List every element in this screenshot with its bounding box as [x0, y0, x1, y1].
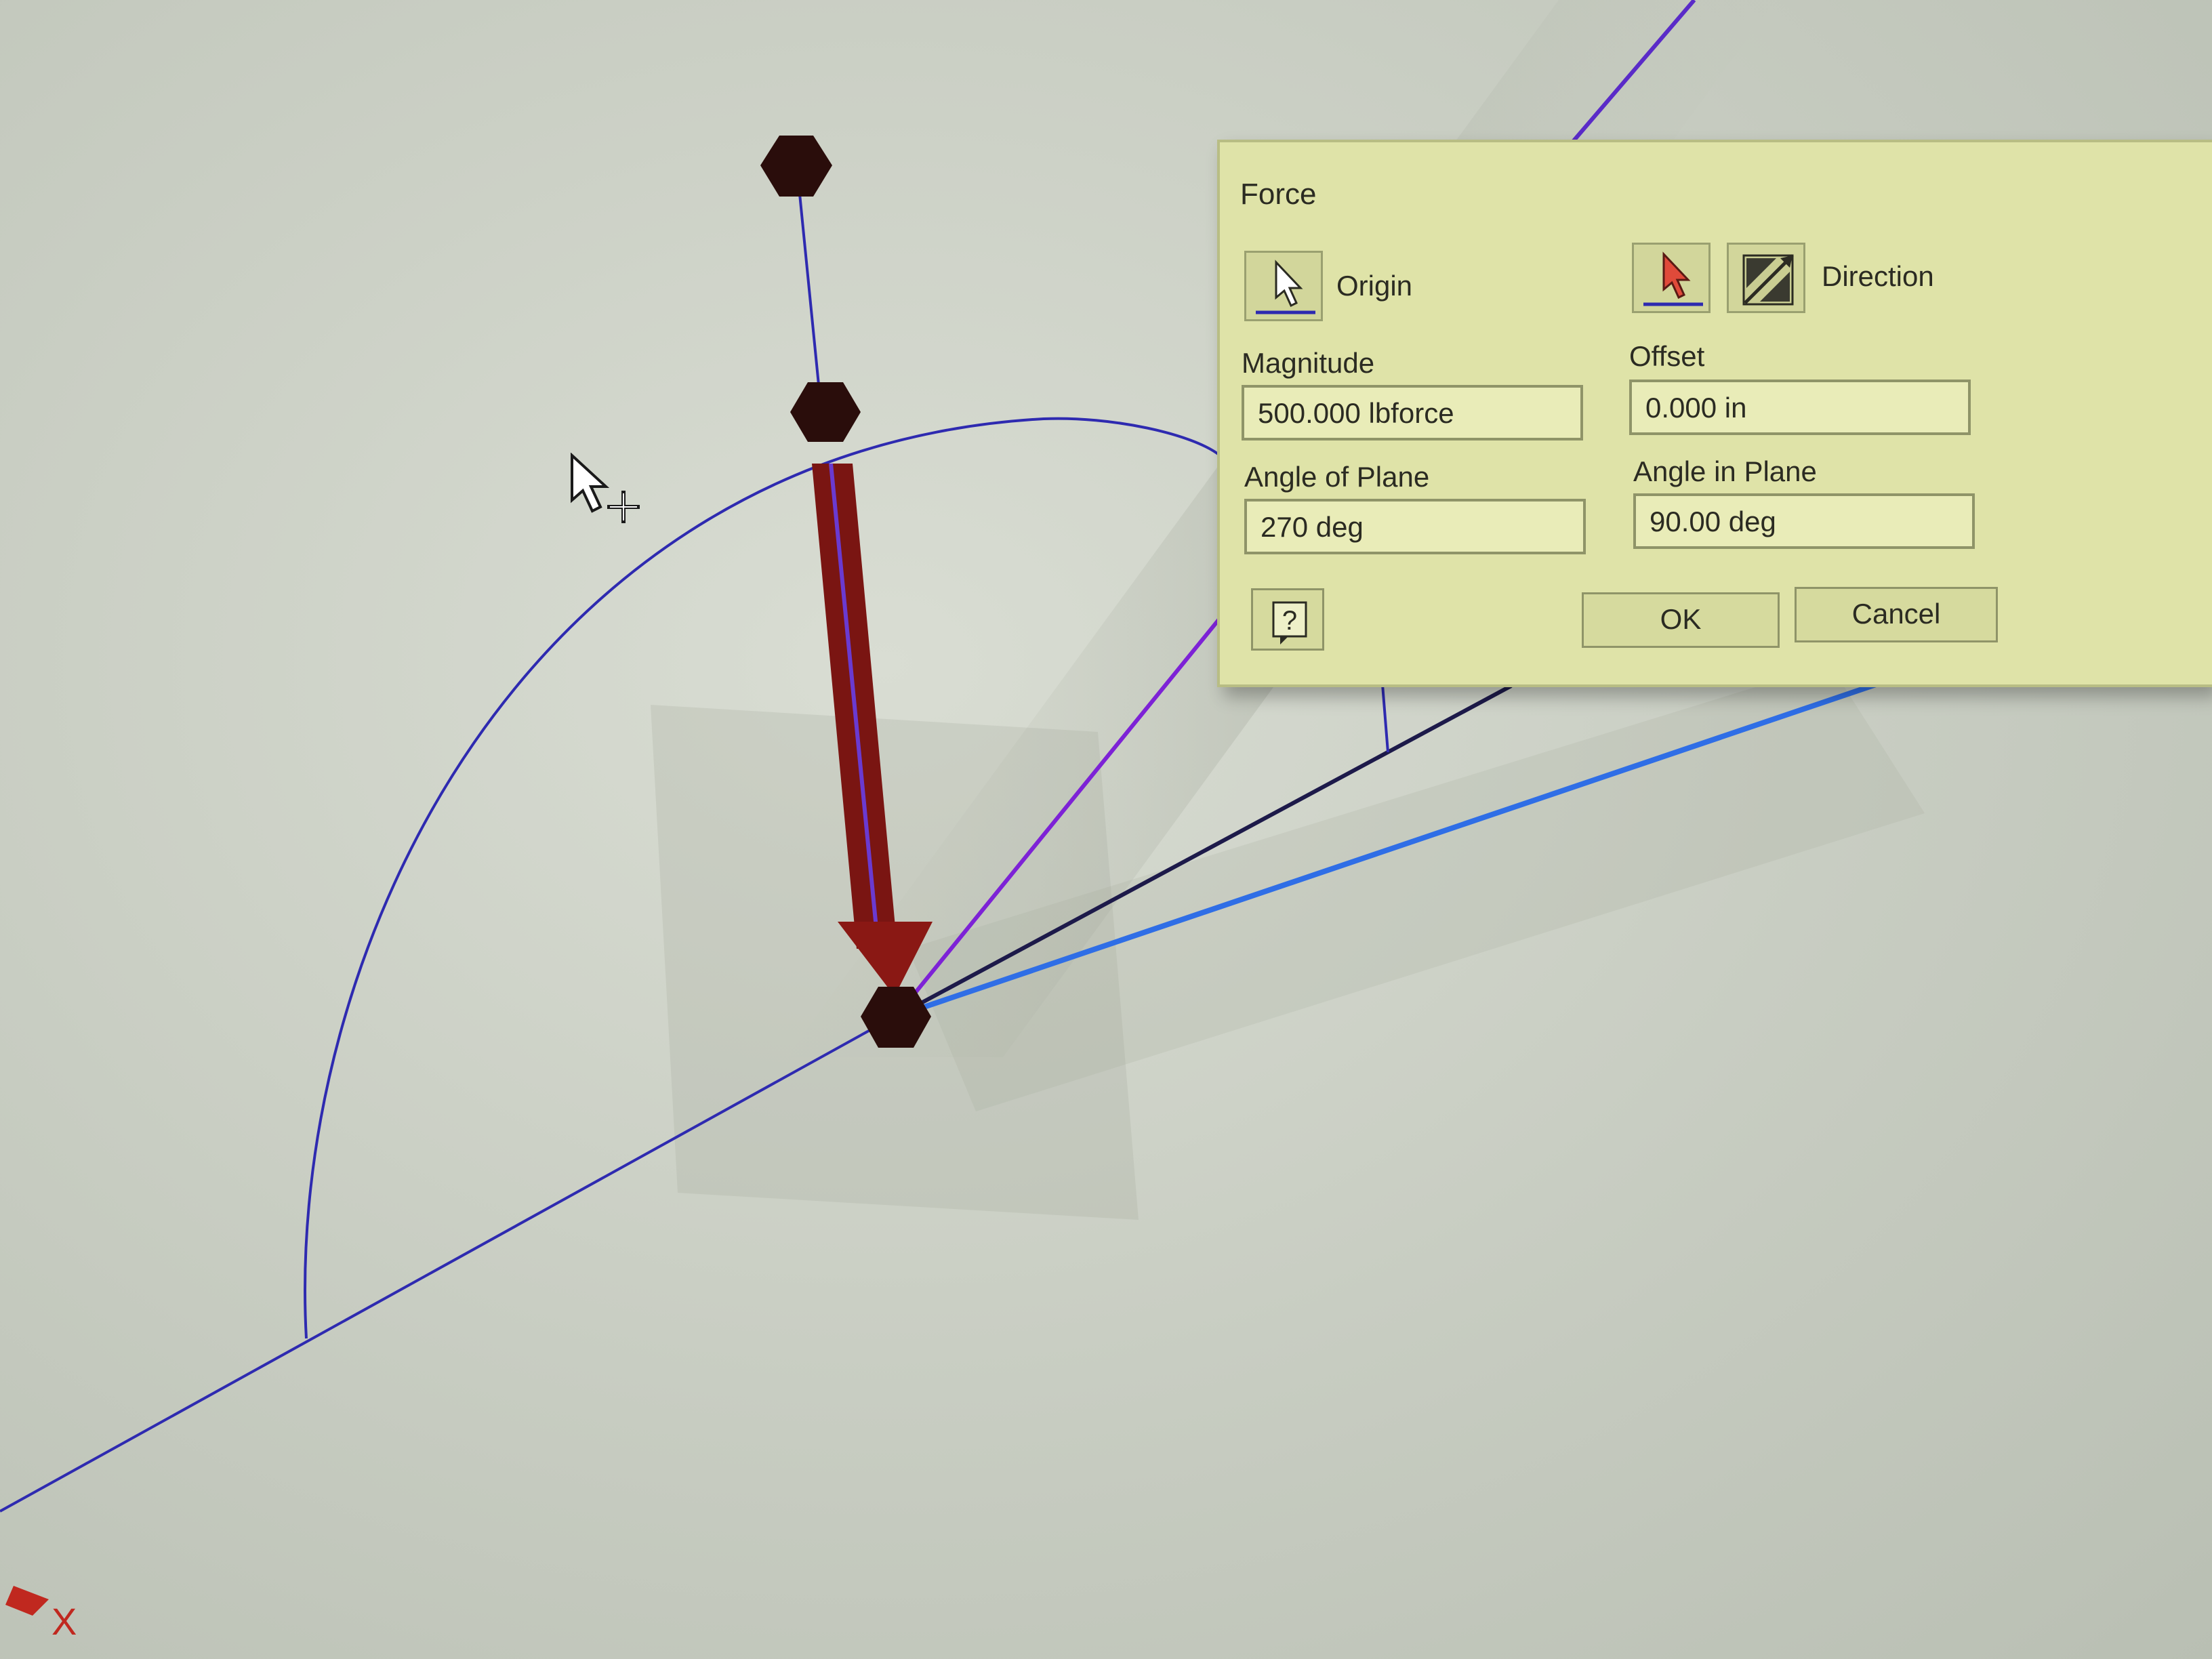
offset-input[interactable]: 0.000 in	[1629, 380, 1971, 435]
flip-direction-icon	[1742, 254, 1794, 306]
origin-select-button[interactable]	[1244, 251, 1323, 321]
help-icon: ?	[1272, 601, 1307, 644]
mid-node[interactable]	[790, 382, 861, 442]
help-glyph: ?	[1282, 606, 1297, 636]
x-axis-label: X	[52, 1600, 77, 1643]
magnitude-label: Magnitude	[1242, 347, 1375, 379]
cad-viewport[interactable]: X Force Origin Direction Magnitude 500.0…	[0, 0, 2212, 1659]
reference-line	[796, 166, 823, 413]
dialog-title: Force	[1240, 178, 1317, 211]
short-dark-line	[1381, 684, 1389, 753]
direction-select-button[interactable]	[1632, 243, 1711, 313]
flip-direction-button[interactable]	[1727, 243, 1805, 313]
top-node[interactable]	[760, 136, 832, 197]
angle-of-plane-label: Angle of Plane	[1244, 461, 1430, 493]
move-cursor-icon	[571, 453, 640, 523]
force-dialog[interactable]: Force Origin Direction Magnitude 500.000…	[1217, 140, 2212, 687]
cursor-select-icon	[1256, 260, 1315, 314]
x-axis-arrow-icon	[5, 1586, 49, 1616]
offset-label: Offset	[1629, 340, 1705, 372]
cancel-button[interactable]: Cancel	[1795, 587, 1998, 642]
angle-in-plane-input[interactable]: 90.00 deg	[1633, 493, 1975, 549]
origin-label: Origin	[1336, 270, 1413, 302]
magnitude-input[interactable]: 500.000 lbforce	[1242, 385, 1583, 441]
angle-in-plane-label: Angle in Plane	[1633, 455, 1817, 487]
cursor-select-red-icon	[1643, 251, 1703, 306]
x-axis-line	[0, 1015, 895, 1513]
direction-label: Direction	[1822, 260, 1934, 292]
ok-button[interactable]: OK	[1582, 592, 1780, 648]
help-button[interactable]: ?	[1251, 588, 1324, 651]
angle-of-plane-input[interactable]: 270 deg	[1244, 499, 1586, 554]
